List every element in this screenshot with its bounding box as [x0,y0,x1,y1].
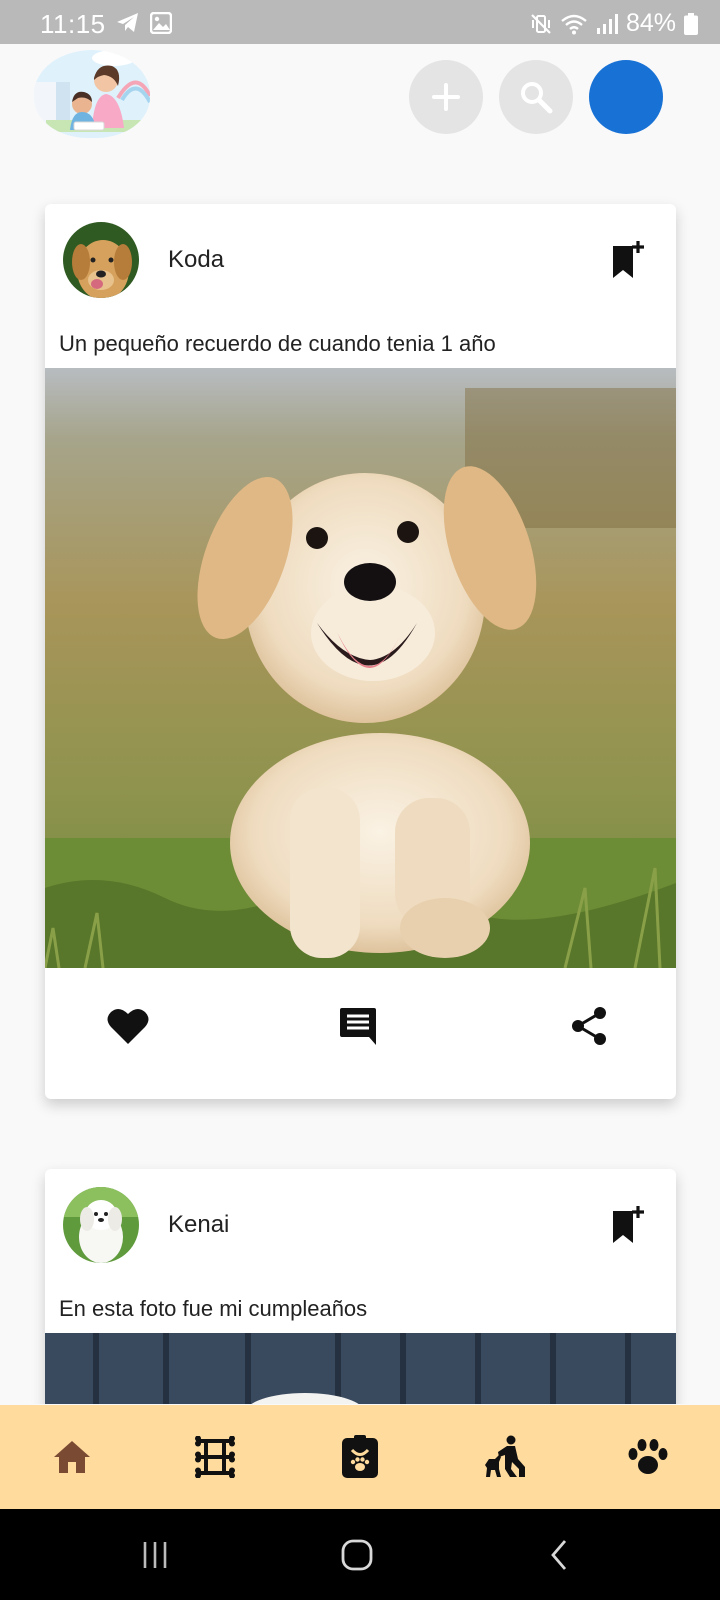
vibrate-mute-icon [531,13,551,34]
post-author-name[interactable]: Kenai [168,1211,229,1239]
post-author-name[interactable]: Koda [168,246,224,274]
share-button[interactable] [567,1004,611,1048]
share-icon [572,1007,606,1045]
system-navigation-bar [0,1509,720,1600]
battery-percent: 84% [625,9,676,37]
profile-button[interactable] [589,60,663,134]
nav-home[interactable] [44,1429,100,1485]
post-image[interactable] [45,1333,676,1404]
bottom-navigation [0,1405,720,1509]
home-system-button[interactable] [332,1531,382,1579]
nav-walker[interactable] [477,1429,533,1485]
search-icon [521,82,553,114]
status-time: 11:15 [40,9,106,39]
recents-button[interactable] [130,1531,180,1579]
status-bar: 11:15 84% [0,0,720,44]
post-image[interactable] [45,368,676,968]
battery-icon [684,12,698,35]
dog-walker-icon [485,1435,525,1477]
telegram-icon [117,13,138,32]
app-logo-illustration [34,50,150,138]
bookmark-add-icon [613,1206,644,1243]
post-feed[interactable]: Koda Un pequeño recuerdo de cuando tenia… [0,154,720,1404]
golden-retriever-puppy-photo [45,368,676,968]
comment-icon [340,1008,376,1045]
signal-icon [596,13,618,34]
add-post-button[interactable] [409,60,483,134]
bookmark-add-button[interactable] [611,1205,645,1245]
wifi-icon [561,14,587,34]
status-notification-icons [116,12,172,34]
nav-pet-id[interactable] [332,1429,388,1485]
search-button[interactable] [499,60,573,134]
plus-icon [432,83,460,111]
golden-retriever-avatar [63,222,139,298]
app-header [0,44,720,154]
back-button[interactable] [534,1531,584,1579]
heart-icon [107,1008,149,1044]
bookmark-add-button[interactable] [611,240,645,280]
status-system-icons: 84% [530,9,698,38]
post-author-avatar[interactable] [63,1187,139,1263]
recents-icon [143,1542,167,1568]
maltese-birthday-photo [45,1333,676,1404]
post-author-avatar[interactable] [63,222,139,298]
post-card: Kenai En esta foto fue mi cumpleaños [45,1169,676,1404]
post-caption: Un pequeño recuerdo de cuando tenia 1 añ… [59,331,496,356]
bookmark-add-icon [613,241,644,278]
bones-icon [195,1436,235,1478]
nav-bones[interactable] [187,1429,243,1485]
post-caption: En esta foto fue mi cumpleaños [59,1296,368,1321]
home-circle-icon [341,1539,373,1571]
post-card: Koda Un pequeño recuerdo de cuando tenia… [45,204,676,1099]
paw-icon [628,1439,668,1474]
gallery-icon [150,12,172,34]
white-maltese-avatar [63,1187,139,1263]
nav-paw[interactable] [620,1429,676,1485]
back-icon [551,1540,567,1570]
comment-button[interactable] [336,1004,380,1048]
like-button[interactable] [106,1004,150,1048]
pet-id-icon [342,1435,378,1478]
app-logo[interactable] [34,50,150,138]
home-icon [54,1441,90,1473]
